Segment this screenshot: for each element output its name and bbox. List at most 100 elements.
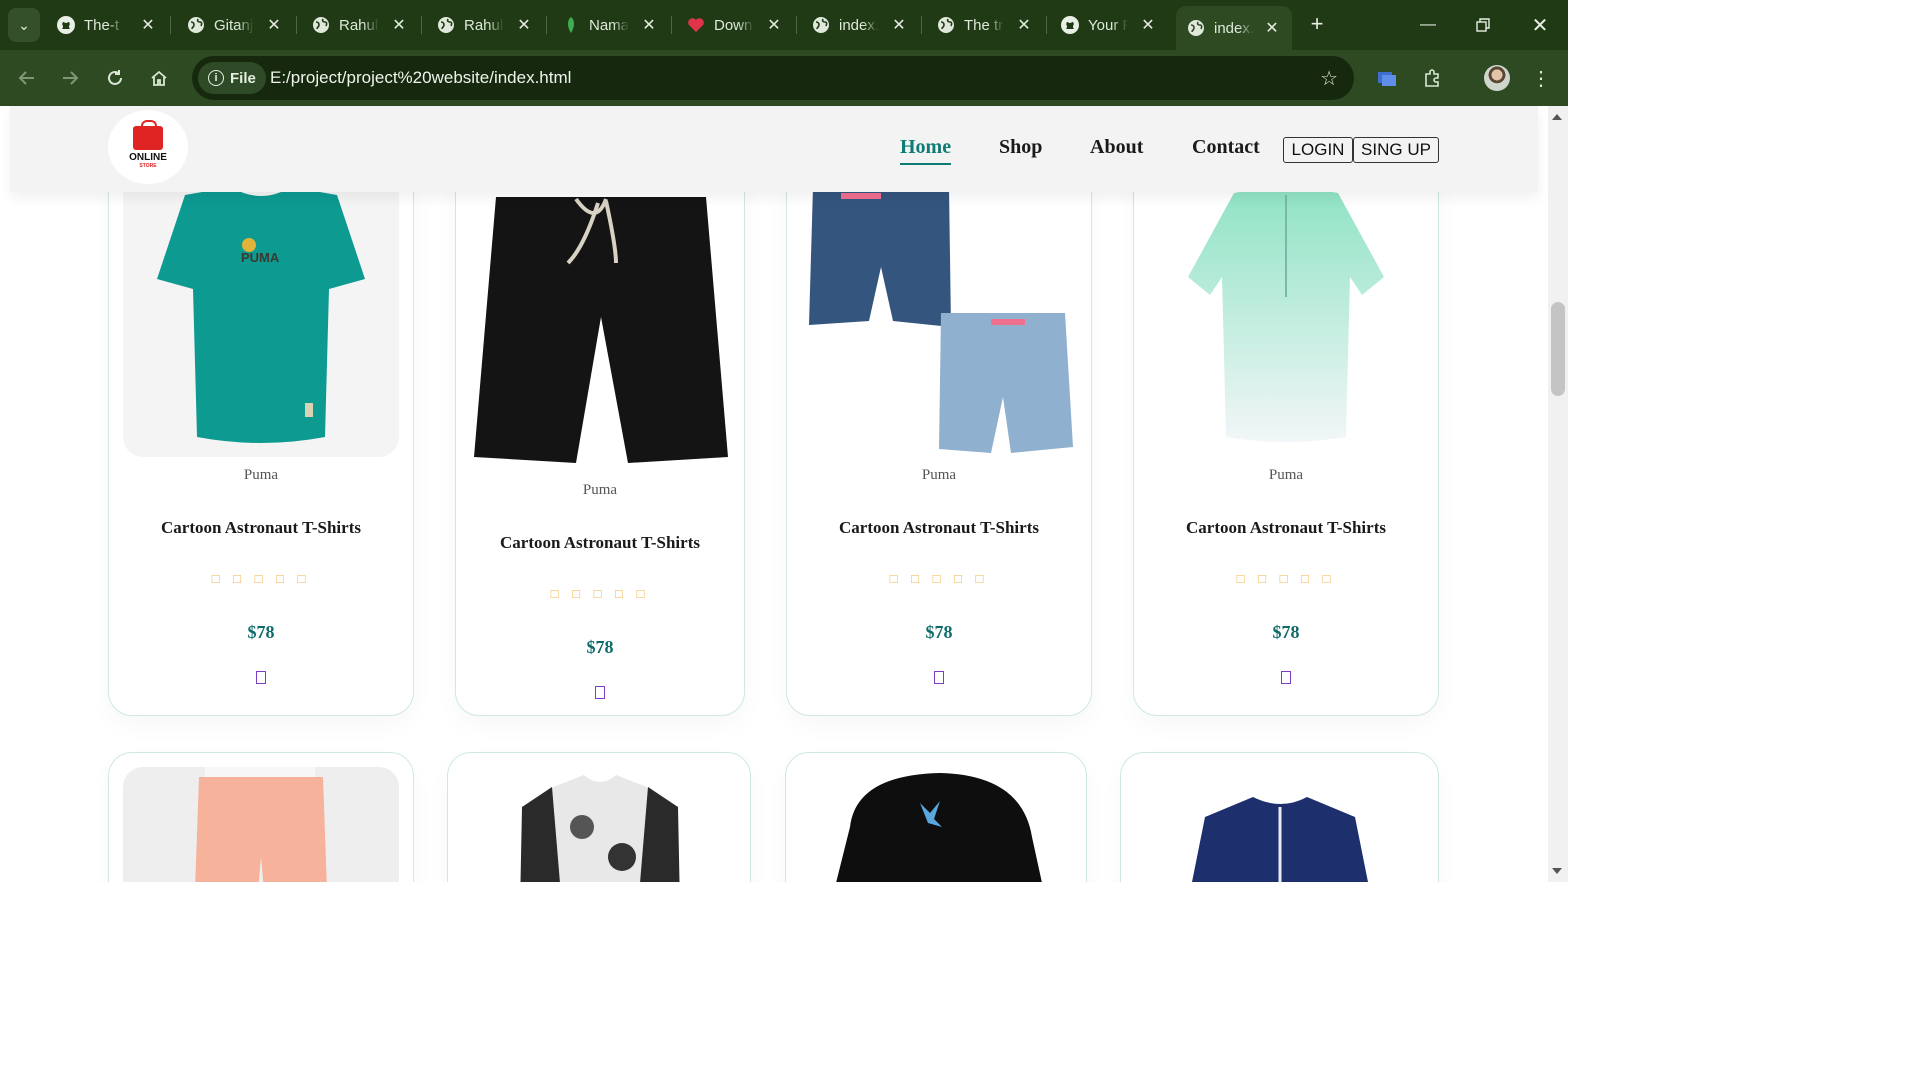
chevron-down-icon: ⌄ (18, 16, 30, 33)
product-card[interactable]: Puma Cartoon Astronaut T-Shirts □ □ □ □ … (455, 166, 745, 716)
globe-icon (1186, 18, 1206, 38)
tab-title: Down (714, 16, 753, 34)
product-name: Cartoon Astronaut T-Shirts (1186, 518, 1386, 537)
tab-separator (1046, 16, 1047, 34)
star-rating-icons: □ □ □ □ □ (211, 571, 311, 586)
product-price: $78 (247, 622, 275, 642)
product-card[interactable] (785, 752, 1087, 882)
heart-icon (686, 15, 706, 35)
restore-icon[interactable] (1468, 10, 1498, 40)
globe-icon (811, 15, 831, 35)
cast-extension-icon[interactable] (1372, 63, 1402, 93)
browser-tab[interactable]: Nama ✕ (561, 6, 661, 44)
tab-title: The-t (84, 16, 120, 34)
new-tab-button[interactable]: + (1305, 11, 1329, 36)
shopping-bag-icon (133, 119, 163, 150)
tab-title: Gitanj (214, 16, 254, 34)
product-brand: Puma (582, 482, 618, 498)
reload-icon[interactable] (100, 63, 130, 93)
tab-search-button[interactable]: ⌄ (8, 8, 40, 42)
product-card[interactable] (447, 752, 751, 882)
close-icon[interactable]: ✕ (887, 13, 911, 37)
address-bar[interactable]: i File E:/project/project%20website/inde… (192, 56, 1354, 100)
tab-separator (546, 16, 547, 34)
signup-button[interactable]: SING UP (1353, 137, 1439, 163)
browser-tab[interactable]: index. ✕ (811, 6, 911, 44)
close-icon[interactable]: ✕ (262, 13, 286, 37)
minimize-icon[interactable]: — (1413, 10, 1443, 40)
globe-icon (436, 15, 456, 35)
forward-arrow-icon[interactable] (55, 63, 85, 93)
star-rating-icons: □ □ □ □ □ (889, 571, 989, 586)
globe-icon (936, 15, 956, 35)
product-image-mint-shirt (1148, 167, 1424, 457)
tab-separator (671, 16, 672, 34)
home-icon[interactable] (144, 63, 174, 93)
logo-subtext: STORE (139, 162, 157, 169)
site-header: ONLINE STORE Home Shop About Contact LOG… (10, 106, 1538, 192)
scrollbar-thumb[interactable] (1551, 302, 1565, 396)
browser-tab[interactable]: Down ✕ (686, 6, 786, 44)
product-brand: Puma (921, 467, 957, 483)
leaf-icon (561, 15, 581, 35)
close-icon[interactable]: ✕ (512, 13, 536, 37)
product-image-navy-shirt (1135, 767, 1425, 882)
github-icon (1060, 15, 1080, 35)
product-card[interactable]: Puma Cartoon Astronaut T-Shirts □ □ □ □ … (786, 166, 1092, 716)
product-image-bucket-hat (800, 767, 1074, 882)
svg-text:PUMA: PUMA (241, 250, 280, 265)
product-card[interactable]: PUMA Puma Cartoon Astronaut T-Shirts □ □… (108, 166, 414, 716)
cart-icon[interactable] (256, 671, 266, 684)
tab-title: Rahul (339, 16, 379, 34)
nav-about[interactable]: About (1090, 136, 1143, 159)
profile-avatar[interactable] (1484, 65, 1510, 91)
browser-tab[interactable]: Rahul ✕ (311, 6, 411, 44)
nav-home[interactable]: Home (900, 136, 952, 165)
menu-kebab-icon[interactable]: ⋮ (1526, 63, 1556, 93)
tab-separator (421, 16, 422, 34)
product-brand: Puma (1268, 467, 1304, 483)
close-window-icon[interactable]: ✕ (1525, 10, 1555, 40)
product-price: $78 (1272, 622, 1300, 642)
close-icon[interactable]: ✕ (1260, 16, 1284, 40)
tab-separator (296, 16, 297, 34)
bookmark-star-icon[interactable]: ☆ (1320, 66, 1338, 91)
site-info-chip[interactable]: i File (198, 62, 266, 94)
close-icon[interactable]: ✕ (1136, 13, 1160, 37)
product-image-peach-joggers (123, 767, 399, 882)
product-name: Cartoon Astronaut T-Shirts (839, 518, 1039, 537)
cart-icon[interactable] (934, 671, 944, 684)
product-price: $78 (586, 637, 614, 657)
close-icon[interactable]: ✕ (762, 13, 786, 37)
github-icon (56, 15, 76, 35)
browser-tab-active[interactable]: index. ✕ (1176, 6, 1292, 50)
nav-contact[interactable]: Contact (1192, 136, 1260, 159)
tab-title: Nama (589, 16, 629, 34)
browser-tab[interactable]: Rahul ✕ (436, 6, 536, 44)
scroll-down-arrow-icon[interactable] (1552, 868, 1562, 874)
browser-tab[interactable]: The-t ✕ (56, 6, 160, 44)
close-icon[interactable]: ✕ (637, 13, 661, 37)
browser-tab[interactable]: Gitanj ✕ (186, 6, 286, 44)
cart-icon[interactable] (1281, 671, 1291, 684)
browser-tab[interactable]: The tr ✕ (936, 6, 1036, 44)
store-logo[interactable]: ONLINE STORE (108, 110, 188, 184)
nav-shop[interactable]: Shop (999, 136, 1042, 159)
info-icon: i (208, 70, 224, 86)
product-card[interactable]: Puma Cartoon Astronaut T-Shirts □ □ □ □ … (1133, 166, 1439, 716)
close-icon[interactable]: ✕ (136, 13, 160, 37)
product-card[interactable] (108, 752, 414, 882)
close-icon[interactable]: ✕ (387, 13, 411, 37)
product-card[interactable] (1120, 752, 1439, 882)
page-scrollbar[interactable] (1548, 106, 1568, 882)
close-icon[interactable]: ✕ (1012, 13, 1036, 37)
extensions-puzzle-icon[interactable] (1417, 63, 1447, 93)
cart-icon[interactable] (595, 686, 605, 699)
product-image-black-shorts (466, 167, 736, 467)
login-button[interactable]: LOGIN (1283, 137, 1353, 163)
tab-title: Your F (1088, 16, 1128, 34)
browser-tab[interactable]: Your F ✕ (1060, 6, 1160, 44)
url-text[interactable]: E:/project/project%20website/index.html (270, 68, 571, 88)
scroll-up-arrow-icon[interactable] (1552, 114, 1562, 120)
back-arrow-icon[interactable] (12, 63, 42, 93)
